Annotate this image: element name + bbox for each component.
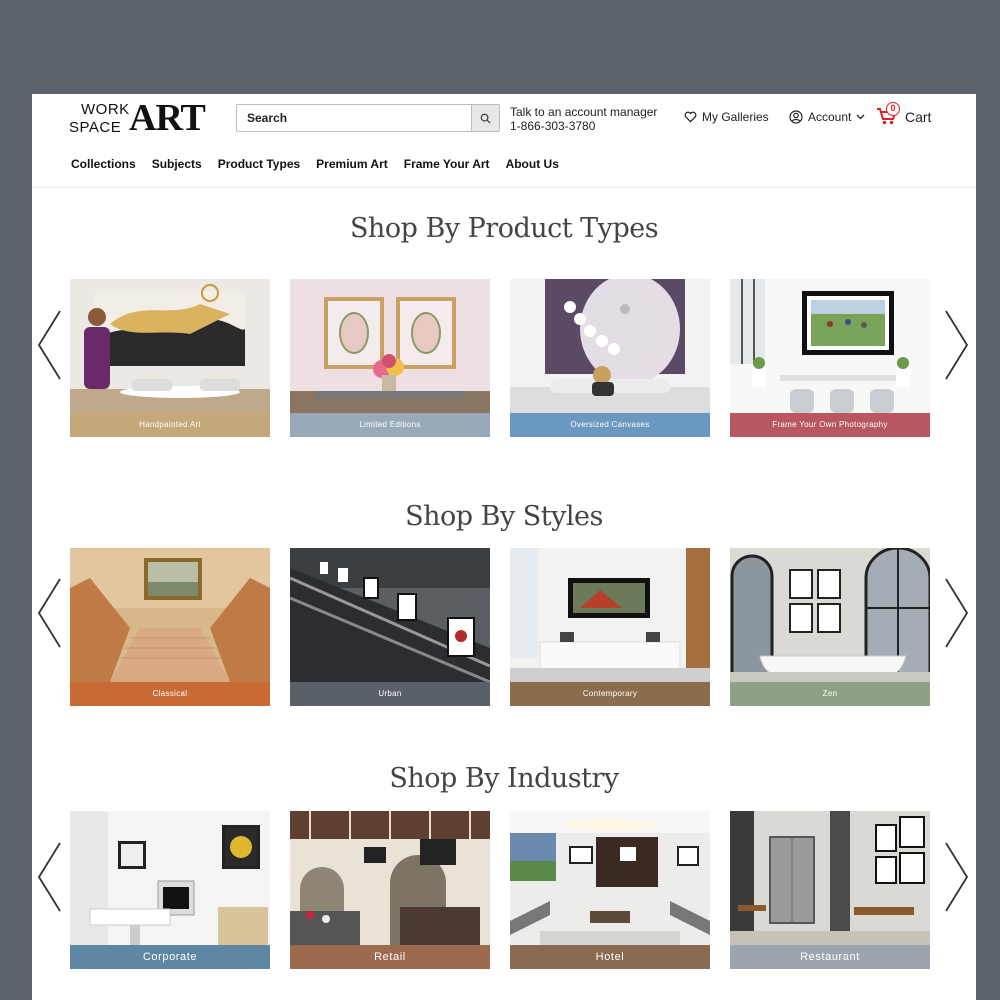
card-limited-editions[interactable]: Limited Editions bbox=[290, 279, 490, 437]
section-title-industry: Shop By Industry bbox=[389, 763, 619, 794]
logo-word-space: SPACE bbox=[69, 119, 122, 136]
site-header: WORK SPACE ART Talk to an account manage… bbox=[32, 94, 976, 188]
my-galleries-label: My Galleries bbox=[702, 110, 769, 124]
card-urban[interactable]: Urban bbox=[290, 548, 490, 706]
card-classical[interactable]: Classical bbox=[70, 548, 270, 706]
card-image bbox=[70, 811, 270, 945]
card-zen[interactable]: Zen bbox=[730, 548, 930, 706]
card-hotel[interactable]: Hotel bbox=[510, 811, 710, 969]
cart-count-badge: 0 bbox=[886, 102, 900, 116]
styles-prev-arrow[interactable] bbox=[34, 576, 64, 650]
card-restaurant[interactable]: Restaurant bbox=[730, 811, 930, 969]
nav-item-collections[interactable]: Collections bbox=[71, 157, 136, 171]
page: WORK SPACE ART Talk to an account manage… bbox=[32, 94, 976, 1000]
styles-next-arrow[interactable] bbox=[942, 576, 972, 650]
chevron-down-icon bbox=[856, 114, 865, 120]
cart-icon-wrapper: 0 bbox=[876, 102, 900, 128]
contact-text: Talk to an account manager bbox=[510, 105, 658, 119]
card-label: Corporate bbox=[70, 945, 270, 969]
industry-next-arrow[interactable] bbox=[942, 840, 972, 914]
card-image bbox=[730, 811, 930, 945]
card-label: Contemporary bbox=[510, 682, 710, 706]
logo[interactable]: WORK SPACE ART bbox=[69, 97, 219, 140]
card-frame-your-own-photography[interactable]: Frame Your Own Photography bbox=[730, 279, 930, 437]
card-label: Frame Your Own Photography bbox=[730, 413, 930, 437]
product-types-next-arrow[interactable] bbox=[942, 308, 972, 382]
logo-word-work: WORK bbox=[81, 101, 130, 118]
card-image bbox=[290, 811, 490, 945]
card-image bbox=[70, 548, 270, 682]
account-label: Account bbox=[808, 110, 852, 124]
my-galleries-link[interactable]: My Galleries bbox=[684, 110, 769, 124]
nav-item-frame-your-art[interactable]: Frame Your Art bbox=[404, 157, 490, 171]
main-nav: Collections Subjects Product Types Premi… bbox=[71, 157, 575, 171]
card-corporate[interactable]: Corporate bbox=[70, 811, 270, 969]
industry-prev-arrow[interactable] bbox=[34, 840, 64, 914]
card-image bbox=[290, 279, 490, 413]
card-label: Limited Editions bbox=[290, 413, 490, 437]
card-image bbox=[510, 279, 710, 413]
card-retail[interactable]: Retail bbox=[290, 811, 490, 969]
section-title-product-types: Shop By Product Types bbox=[349, 213, 659, 244]
nav-item-product-types[interactable]: Product Types bbox=[218, 157, 300, 171]
card-image bbox=[290, 548, 490, 682]
search-button[interactable] bbox=[471, 105, 499, 131]
search-input[interactable] bbox=[237, 105, 473, 131]
account-menu[interactable]: Account bbox=[789, 110, 865, 124]
card-label: Oversized Canvases bbox=[510, 413, 710, 437]
cart-label: Cart bbox=[905, 109, 932, 125]
card-image bbox=[730, 279, 930, 413]
card-label: Urban bbox=[290, 682, 490, 706]
nav-item-subjects[interactable]: Subjects bbox=[152, 157, 202, 171]
nav-item-about-us[interactable]: About Us bbox=[506, 157, 559, 171]
card-image bbox=[70, 279, 270, 413]
card-label: Retail bbox=[290, 945, 490, 969]
card-label: Handpainted Art bbox=[70, 413, 270, 437]
card-handpainted-art[interactable]: Handpainted Art bbox=[70, 279, 270, 437]
card-image bbox=[510, 811, 710, 945]
section-title-styles: Shop By Styles bbox=[405, 501, 603, 532]
card-contemporary[interactable]: Contemporary bbox=[510, 548, 710, 706]
card-label: Zen bbox=[730, 682, 930, 706]
logo-word-art: ART bbox=[129, 97, 206, 139]
phone-number[interactable]: 1-866-303-3780 bbox=[510, 119, 657, 133]
cart-link[interactable]: 0 Cart bbox=[876, 102, 932, 128]
user-icon bbox=[789, 110, 803, 124]
card-label: Hotel bbox=[510, 945, 710, 969]
search-icon bbox=[480, 113, 491, 124]
nav-item-premium-art[interactable]: Premium Art bbox=[316, 157, 388, 171]
card-label: Restaurant bbox=[730, 945, 930, 969]
search-bar bbox=[236, 104, 500, 132]
product-types-prev-arrow[interactable] bbox=[34, 308, 64, 382]
heart-icon bbox=[684, 111, 697, 123]
card-image bbox=[510, 548, 710, 682]
card-label: Classical bbox=[70, 682, 270, 706]
card-image bbox=[730, 548, 930, 682]
account-manager-contact: Talk to an account manager 1-866-303-378… bbox=[510, 105, 657, 133]
card-oversized-canvases[interactable]: Oversized Canvases bbox=[510, 279, 710, 437]
